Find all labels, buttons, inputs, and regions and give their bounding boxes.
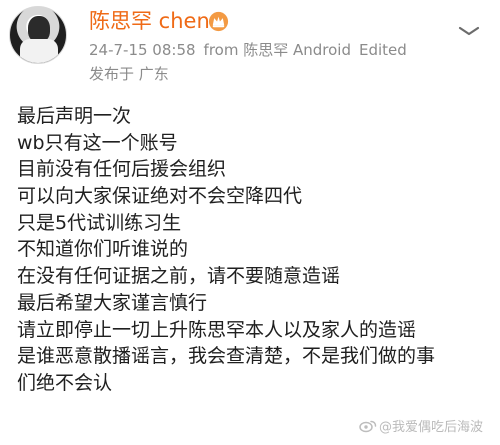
post-line-8: 最后希望大家谨言慎行	[17, 291, 208, 314]
post-meta: 24-7-15 08:58 from 陈思罕 Android Edited	[89, 40, 407, 60]
avatar-body	[20, 39, 58, 63]
post-header: 陈思罕 chen 24-7-15 08:58 from 陈思罕 Android Ed…	[0, 0, 500, 95]
post-line-2: wb只有这一个账号	[17, 131, 178, 154]
post-line-4: 可以向大家保证绝对不会空降四代	[17, 185, 303, 208]
watermark-text: @我爱偶吃后海波	[379, 420, 484, 435]
post-line-7: 在没有任何证据之前，请不要随意造谣	[17, 265, 341, 288]
weibo-logo-icon	[359, 420, 377, 433]
edited-label[interactable]: Edited	[359, 41, 407, 59]
crown-badge-icon	[208, 11, 229, 32]
post-line-9: 请立即停止一切上升陈思罕本人以及家人的造谣	[17, 318, 417, 341]
post-source: from 陈思罕 Android	[203, 41, 351, 59]
post-line-3: 目前没有任何后援会组织	[17, 158, 227, 181]
watermark: @我爱偶吃后海波	[359, 416, 496, 440]
post-line-11: 们绝不会认	[17, 371, 113, 394]
avatar[interactable]	[9, 6, 67, 64]
post-line-6: 不知道你们听谁说的	[17, 238, 189, 261]
user-name-link[interactable]: 陈思罕 chen	[89, 8, 210, 34]
more-options-icon[interactable]	[458, 24, 480, 38]
post-line-5: 只是5代试训练习生	[17, 211, 182, 234]
post-body: 最后声明一次 wb只有这一个账号 目前没有任何后援会组织 可以向大家保证绝对不会…	[17, 103, 495, 397]
post-line-1: 最后声明一次	[17, 105, 132, 127]
post-timestamp: 24-7-15 08:58	[89, 41, 196, 59]
post-location: 发布于 广东	[89, 65, 169, 83]
post-line-10: 是谁恶意散播谣言，我会查清楚，不是我们做的事	[17, 345, 436, 368]
